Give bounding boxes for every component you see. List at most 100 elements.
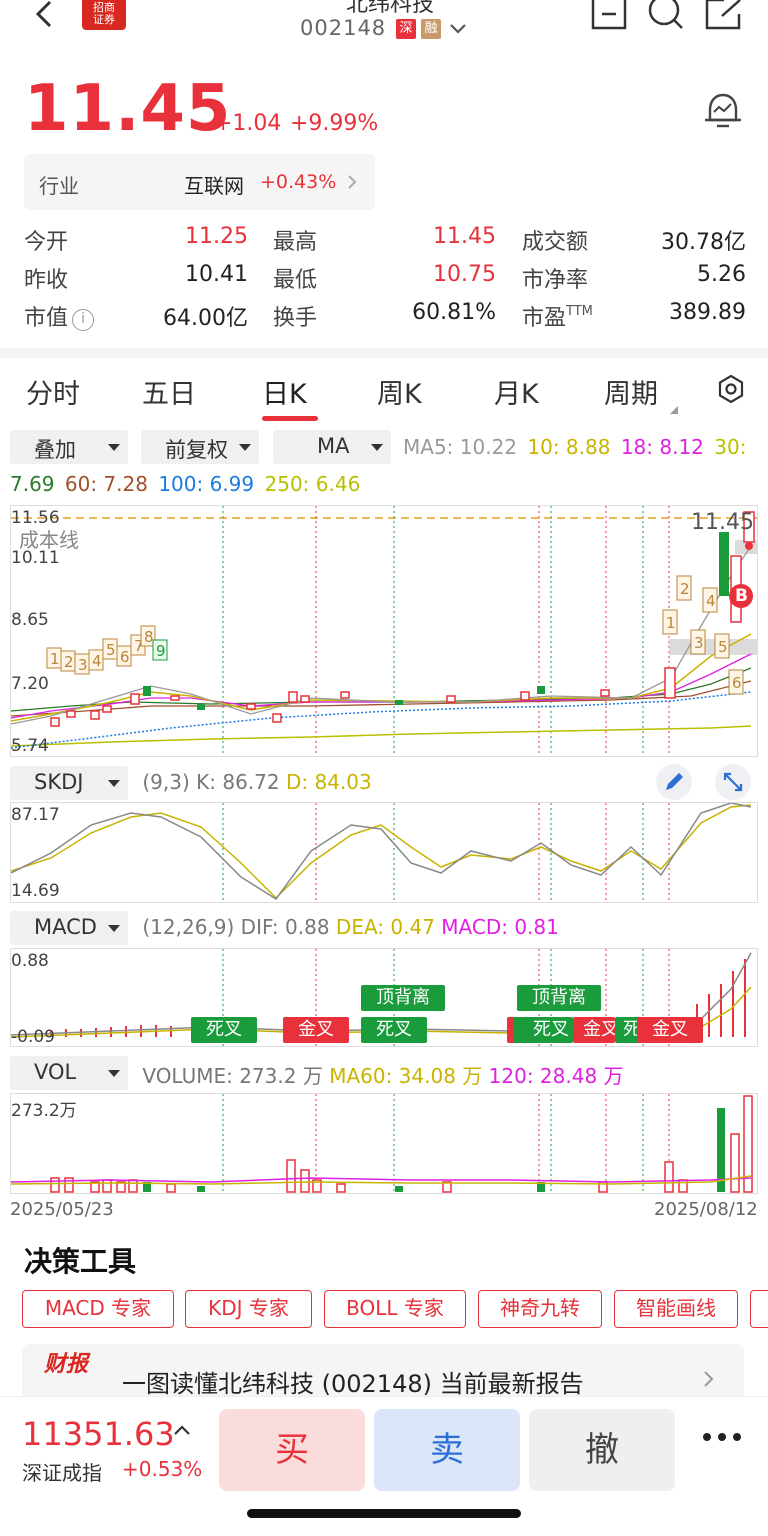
pb-label: 市净率 xyxy=(522,268,589,293)
tab-monthly-k[interactable]: 月K xyxy=(494,372,539,411)
info-icon[interactable]: i xyxy=(72,309,95,331)
skdj-d: D: 84.03 xyxy=(285,770,372,794)
skdj-dropdown[interactable]: SKDJ xyxy=(10,766,128,800)
tab-daily-k[interactable]: 日K xyxy=(262,372,307,411)
tab-weekly-k[interactable]: 周K xyxy=(377,372,422,411)
settings-icon[interactable] xyxy=(716,374,746,404)
overlay-dropdown[interactable]: 叠加 xyxy=(10,430,128,464)
pe-label-text: 市盈 xyxy=(522,306,567,331)
vol-volume: VOLUME: 273.2 万 xyxy=(142,1064,323,1088)
svg-text:5: 5 xyxy=(718,638,728,656)
index-value[interactable]: 11351.63 xyxy=(22,1415,175,1453)
svg-text:2: 2 xyxy=(64,653,74,671)
skdj-chart[interactable]: 87.17 14.69 xyxy=(10,802,758,903)
ma250-value: 250: 6.46 xyxy=(264,472,361,496)
index-name: 深证成指 xyxy=(22,1461,102,1485)
search-icon[interactable] xyxy=(646,0,686,34)
skdj-svg xyxy=(10,802,752,902)
macd-name: MACD xyxy=(34,915,97,939)
back-arrow-icon[interactable] xyxy=(30,0,60,32)
home-indicator xyxy=(247,1509,521,1518)
adjust-dropdown[interactable]: 前复权 xyxy=(141,430,259,464)
date-start: 2025/05/23 xyxy=(10,1199,114,1220)
smart-draw-button[interactable]: 智能画线 xyxy=(614,1290,738,1328)
macd-dif: DIF: 0.88 xyxy=(240,915,330,939)
notes-icon[interactable] xyxy=(590,0,630,34)
more-tools-button[interactable] xyxy=(750,1290,768,1328)
mcap-label[interactable]: 市值 i xyxy=(24,300,95,332)
skdj-params: (9,3) xyxy=(142,770,190,794)
nine-turn-button[interactable]: 神奇九转 xyxy=(478,1290,602,1328)
volume-svg xyxy=(10,1094,753,1193)
chevron-up-icon[interactable] xyxy=(173,1423,191,1437)
industry-card[interactable]: 行业 互联网 +0.43% xyxy=(24,154,375,210)
ma18-value: 18: 8.12 xyxy=(620,435,704,459)
overlay-label: 叠加 xyxy=(34,438,76,462)
svg-text:6: 6 xyxy=(732,674,742,692)
macd-value: MACD: 0.81 xyxy=(441,915,559,939)
macd-header: MACD (12,26,9) DIF: 0.88 DEA: 0.47 MACD:… xyxy=(10,911,559,945)
ma60-value: 60: 7.28 xyxy=(64,472,148,496)
margin-badge: 融 xyxy=(421,19,441,39)
decision-tools-title: 决策工具 xyxy=(24,1245,137,1278)
high-label: 最高 xyxy=(273,230,318,255)
corner-triangle-icon xyxy=(670,406,678,414)
macd-dea: DEA: 0.47 xyxy=(335,915,435,939)
kline-y-bottom: 5.74 xyxy=(11,736,49,756)
ma10-value: 10: 8.88 xyxy=(527,435,611,459)
macd-params: (12,26,9) xyxy=(142,915,235,939)
svg-text:9: 9 xyxy=(156,642,166,660)
vol-y-top: 273.2万 xyxy=(11,1101,77,1121)
pe-value: 389.89 xyxy=(669,300,746,325)
share-icon[interactable] xyxy=(704,0,744,34)
ma-values-row2: 7.69 60: 7.28 100: 6.99 250: 6.46 xyxy=(10,472,360,496)
vol-dropdown[interactable]: VOL xyxy=(10,1056,128,1090)
kdj-expert-button[interactable]: KDJ 专家 xyxy=(185,1290,312,1328)
stock-code[interactable]: 002148 xyxy=(300,16,386,40)
prev-close-value: 10.41 xyxy=(185,262,248,287)
expand-icon[interactable] xyxy=(714,763,752,801)
pe-label: 市盈TTM xyxy=(522,300,593,332)
signal-dead-cross: 死叉 xyxy=(361,1017,427,1043)
alert-bell-icon[interactable] xyxy=(702,92,744,132)
macd-expert-button[interactable]: MACD 专家 xyxy=(22,1290,174,1328)
adjust-label: 前复权 xyxy=(165,438,228,462)
tab-intraday[interactable]: 分时 xyxy=(26,372,80,411)
active-tab-indicator xyxy=(262,416,318,421)
sell-button[interactable]: 卖 xyxy=(374,1409,520,1491)
signal-dead-cross: 死叉 xyxy=(191,1017,257,1043)
kline-chart[interactable]: 1 2 3 4 5 6 7 8 9 1 2 3 4 5 6 11.56 成本线 … xyxy=(10,505,758,757)
mcap-label-text: 市值 xyxy=(24,306,69,331)
current-price: 11.45 xyxy=(24,72,232,146)
boll-expert-button[interactable]: BOLL 专家 xyxy=(324,1290,466,1328)
amount-value: 30.78亿 xyxy=(661,230,746,255)
cancel-order-button[interactable]: 撤 xyxy=(529,1409,675,1491)
report-card[interactable]: 财报 一图读懂北纬科技 (002148) 当前最新报告 xyxy=(22,1344,744,1396)
more-dots-icon[interactable] xyxy=(702,1431,742,1443)
price-change-pct: +9.99% xyxy=(290,111,379,136)
kline-y-4: 7.20 xyxy=(11,674,49,694)
volume-chart[interactable]: 273.2万 xyxy=(10,1093,758,1194)
macd-y-bottom: -0.09 xyxy=(11,1027,55,1047)
tab-period[interactable]: 周期 xyxy=(604,372,658,411)
industry-label: 行业 xyxy=(39,174,79,198)
indicator-dropdown[interactable]: MA xyxy=(273,430,391,464)
tab-five-day[interactable]: 五日 xyxy=(142,372,196,411)
low-value: 10.75 xyxy=(433,262,496,287)
signal-golden-cross: 金叉 xyxy=(283,1017,349,1043)
ma-values-row1: MA5: 10.22 10: 8.88 18: 8.12 30: xyxy=(403,435,746,459)
svg-text:1: 1 xyxy=(666,614,676,632)
buy-marker[interactable]: B xyxy=(735,586,748,606)
open-label: 今开 xyxy=(24,230,69,255)
industry-pct: +0.43% xyxy=(260,171,337,193)
svg-text:5: 5 xyxy=(106,641,116,659)
ma5-value: MA5: 10.22 xyxy=(403,435,518,459)
edit-pencil-icon[interactable] xyxy=(655,763,693,801)
buy-button[interactable]: 买 xyxy=(219,1409,365,1491)
ma30-label: 30: xyxy=(714,435,747,459)
section-divider xyxy=(0,348,768,358)
svg-text:4: 4 xyxy=(706,592,716,610)
chevron-down-icon[interactable] xyxy=(449,22,467,36)
macd-dropdown[interactable]: MACD xyxy=(10,911,128,945)
indicator-label: MA xyxy=(317,434,350,458)
